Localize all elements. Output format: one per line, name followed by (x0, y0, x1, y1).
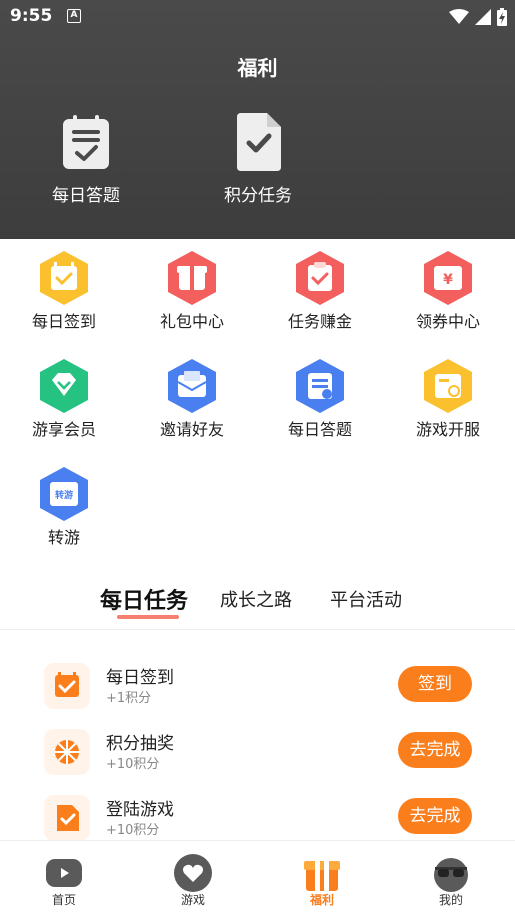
sunglasses-avatar-icon (431, 853, 471, 893)
grid-item-transfer-game[interactable]: 转游 转游 (0, 466, 128, 548)
quiz-clipboard-icon (294, 358, 346, 414)
clipboard-check-icon (59, 113, 113, 171)
status-icons (449, 7, 507, 27)
task-title: 积分抽奖 (106, 734, 174, 754)
task-row: 登陆游戏 +10积分 去完成 (44, 795, 474, 845)
grid-item-gift-center[interactable]: 礼包中心 (128, 250, 256, 332)
status-bar: 9:55 A (0, 0, 515, 34)
lottery-wheel-icon (44, 729, 90, 775)
task-title: 登陆游戏 (106, 800, 174, 820)
nav-welfare[interactable]: 福利 (282, 853, 362, 908)
feature-label: 每日答题 (52, 186, 120, 206)
gift-box-icon (166, 250, 218, 306)
daily-quiz-feature[interactable]: 每日答题 (26, 113, 146, 206)
gift-icon (302, 853, 342, 893)
grid-item-earn-gold[interactable]: 任务赚金 (256, 250, 384, 332)
transfer-badge-text: 转游 (55, 489, 73, 501)
wifi-icon (449, 9, 469, 24)
lottery-complete-button[interactable]: 去完成 (398, 732, 472, 768)
battery-icon (497, 8, 507, 26)
heart-bubble-icon (173, 853, 213, 893)
grid-item-label: 礼包中心 (159, 312, 224, 331)
transfer-game-icon: 转游 (38, 466, 90, 522)
calendar-check-icon (44, 663, 90, 709)
feature-label: 积分任务 (224, 186, 292, 206)
grid-item-label: 游享会员 (31, 420, 96, 439)
task-clipboard-icon (294, 250, 346, 306)
login-game-complete-button[interactable]: 去完成 (398, 798, 472, 834)
header: 9:55 A 福利 每日答题 积分任务 (0, 0, 515, 239)
tab-active-indicator (117, 615, 179, 619)
tab-growth-path[interactable]: 成长之路 (220, 586, 292, 612)
task-points: +1积分 (106, 691, 152, 706)
signal-icon (475, 9, 491, 25)
tabs-divider (0, 629, 515, 630)
nav-label: 游戏 (180, 893, 205, 907)
diamond-icon (38, 358, 90, 414)
page-title: 福利 (237, 56, 278, 80)
calendar-check-icon (38, 250, 90, 306)
nav-games[interactable]: 游戏 (153, 853, 233, 908)
points-task-feature[interactable]: 积分任务 (198, 113, 318, 206)
nav-home[interactable]: 首页 (24, 853, 104, 908)
grid-item-daily-checkin[interactable]: 每日签到 (0, 250, 128, 332)
server-clock-icon (422, 358, 474, 414)
bottom-nav: 首页 游戏 福利 我的 (0, 840, 515, 917)
grid-item-label: 任务赚金 (287, 312, 352, 331)
mail-icon (166, 358, 218, 414)
grid-item-label: 每日签到 (31, 312, 96, 331)
nav-label: 我的 (438, 893, 463, 907)
tab-daily-tasks[interactable]: 每日任务 (100, 583, 188, 615)
checkin-button[interactable]: 签到 (398, 666, 472, 702)
grid-item-label: 游戏开服 (415, 420, 480, 439)
grid-item-daily-quiz[interactable]: 每日答题 (256, 358, 384, 440)
task-points: +10积分 (106, 823, 160, 838)
coupon-yen-icon: ¥ (422, 250, 474, 306)
nav-mine[interactable]: 我的 (411, 853, 491, 908)
document-check-icon (231, 113, 285, 171)
grid-item-server-open[interactable]: 游戏开服 (384, 358, 512, 440)
grid-item-label: 每日答题 (287, 420, 352, 439)
notification-icon: A (67, 9, 81, 23)
nav-label: 首页 (51, 893, 76, 907)
task-title: 每日签到 (106, 668, 174, 688)
grid-item-invite-friends[interactable]: 邀请好友 (128, 358, 256, 440)
grid-item-coupon-center[interactable]: ¥ 领券中心 (384, 250, 512, 332)
gamepad-icon (44, 853, 84, 893)
task-row: 每日签到 +1积分 签到 (44, 663, 474, 713)
tab-platform-activity[interactable]: 平台活动 (330, 586, 402, 612)
grid-item-label: 领券中心 (415, 312, 480, 331)
nav-label: 福利 (309, 893, 334, 907)
welfare-page: 9:55 A 福利 每日答题 积分任务 每日签到 礼包中心 任务赚金 ¥ 领券中… (0, 0, 515, 917)
svg-text:¥: ¥ (443, 272, 453, 288)
status-time: 9:55 (10, 6, 53, 26)
grid-item-label: 邀请好友 (159, 420, 224, 439)
task-points: +10积分 (106, 757, 160, 772)
task-row: 积分抽奖 +10积分 去完成 (44, 729, 474, 779)
document-check-icon (44, 795, 90, 841)
grid-item-label: 转游 (47, 528, 80, 547)
grid-item-vip-member[interactable]: 游享会员 (0, 358, 128, 440)
